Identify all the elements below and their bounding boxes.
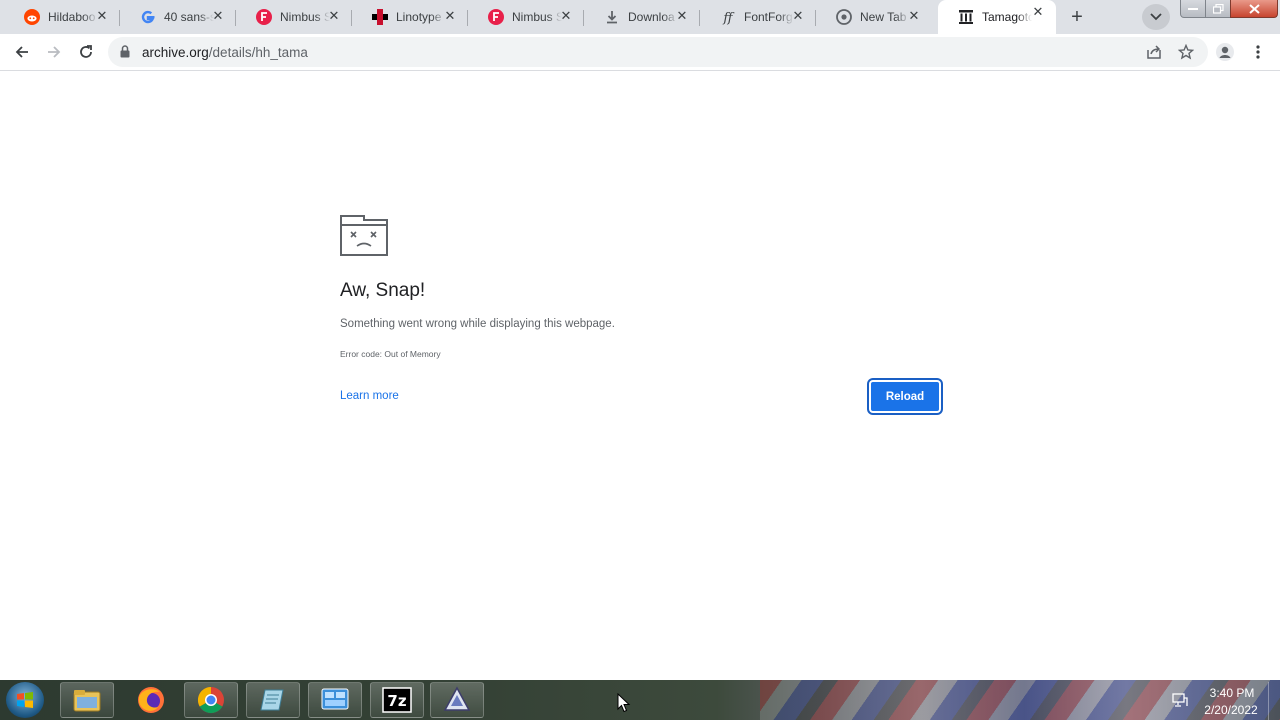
- tab-title: Hildaboo: [48, 10, 96, 24]
- fontforge-icon: ff: [720, 9, 736, 25]
- tab-title: Downloa: [628, 10, 675, 24]
- new-tab-button[interactable]: +: [1063, 4, 1091, 30]
- svg-text:7z: 7z: [387, 692, 406, 710]
- refresh-icon: [80, 45, 92, 58]
- inkscape-icon: [443, 686, 471, 711]
- taskbar-firefox[interactable]: [124, 682, 178, 718]
- fontshop-icon: [256, 9, 272, 25]
- tab-close-icon[interactable]: ✕: [326, 9, 342, 25]
- archive-icon: [958, 9, 974, 25]
- tab-title: 40 sans-s: [164, 10, 214, 24]
- tab-close-icon[interactable]: ✕: [906, 9, 922, 25]
- chrome-icon: [197, 686, 224, 714]
- fontshop-icon: [488, 9, 504, 25]
- bookmark-button[interactable]: [1172, 38, 1200, 66]
- reload-page-button[interactable]: [72, 38, 100, 66]
- menu-button[interactable]: [1244, 38, 1272, 66]
- explorer-icon: [73, 690, 101, 712]
- tab-close-icon[interactable]: ✕: [94, 9, 110, 25]
- lock-icon[interactable]: [120, 45, 130, 58]
- 7zip-icon: 7z: [382, 687, 412, 713]
- tab-title: New Tab: [860, 10, 907, 24]
- notepad-icon: [260, 689, 284, 711]
- close-icon: [1248, 3, 1260, 14]
- error-code: Error code: Out of Memory: [340, 349, 441, 359]
- google-icon: [140, 9, 156, 25]
- tab-close-icon[interactable]: ✕: [674, 9, 690, 25]
- start-button[interactable]: [6, 682, 44, 718]
- browser-tab[interactable]: Tamagotc ✕: [938, 0, 1056, 34]
- tab-close-icon[interactable]: ✕: [558, 9, 574, 25]
- browser-tab[interactable]: Nimbus S ✕: [236, 4, 352, 30]
- tab-close-icon[interactable]: ✕: [442, 9, 458, 25]
- browser-tab[interactable]: Linotype ✕: [352, 4, 468, 30]
- tab-title: Nimbus S: [280, 10, 330, 24]
- taskbar-explorer[interactable]: [60, 682, 114, 718]
- address-bar[interactable]: archive.org/details/hh_tama: [108, 37, 1208, 67]
- clock-time[interactable]: 3:40 PM: [1200, 686, 1264, 700]
- reddit-icon: [24, 9, 40, 25]
- error-heading: Aw, Snap!: [340, 280, 426, 301]
- url-host: archive.org: [142, 45, 209, 60]
- mouse-cursor-icon: [617, 693, 631, 713]
- error-message: Something went wrong while displaying th…: [340, 318, 615, 330]
- share-button[interactable]: [1140, 38, 1168, 66]
- page-content: Aw, Snap! Something went wrong while dis…: [0, 72, 1280, 680]
- reload-button[interactable]: Reload: [869, 380, 941, 413]
- tab-close-icon[interactable]: ✕: [210, 9, 226, 25]
- sad-tab-icon: [340, 215, 388, 256]
- windows-taskbar: 7z: [0, 680, 1280, 720]
- firefox-icon: [138, 687, 164, 713]
- browser-tab[interactable]: Downloa ✕: [584, 4, 700, 30]
- taskbar-notepad[interactable]: [246, 682, 300, 718]
- download-icon: [604, 9, 620, 25]
- browser-tab[interactable]: ff FontForg ✕: [700, 4, 816, 30]
- tab-title: Nimbus S: [512, 10, 562, 24]
- tab-title: Tamagotc: [982, 10, 1032, 24]
- restore-icon: [1212, 3, 1224, 14]
- browser-tab[interactable]: 40 sans-s ✕: [120, 4, 236, 30]
- chrome-icon: [836, 9, 852, 25]
- minimize-icon: [1188, 7, 1198, 10]
- restore-button[interactable]: [1205, 0, 1231, 18]
- learn-more-link[interactable]: Learn more: [340, 390, 399, 402]
- tab-title: Linotype: [396, 10, 442, 24]
- tab-title: FontForg: [744, 10, 793, 24]
- arrow-right-icon: [48, 46, 61, 58]
- browser-tab[interactable]: New Tab ✕: [816, 4, 932, 30]
- show-desktop-button[interactable]: [1268, 682, 1280, 720]
- chevron-down-icon: [1150, 13, 1162, 21]
- browser-toolbar: archive.org/details/hh_tama: [0, 34, 1280, 71]
- tab-search-button[interactable]: [1142, 4, 1170, 30]
- linotype-icon: [372, 9, 388, 25]
- taskbar-chrome[interactable]: [184, 682, 238, 718]
- star-icon: [1178, 44, 1194, 60]
- back-button[interactable]: [8, 38, 36, 66]
- taskbar-control-panel[interactable]: [308, 682, 362, 718]
- network-icon[interactable]: [1172, 692, 1188, 708]
- taskbar-7zip[interactable]: 7z: [370, 682, 424, 718]
- url-text: archive.org/details/hh_tama: [142, 45, 308, 60]
- tab-close-icon[interactable]: ✕: [1030, 5, 1046, 21]
- tab-strip: Hildaboo ✕ 40 sans-s ✕ Nimbus S ✕ Linotype ✕ Nim…: [0, 0, 1280, 34]
- browser-tab[interactable]: Nimbus S ✕: [468, 4, 584, 30]
- clock-date[interactable]: 2/20/2022: [1196, 703, 1266, 717]
- window-close-button[interactable]: [1230, 0, 1278, 18]
- svg-text:ff: ff: [722, 11, 735, 25]
- minimize-button[interactable]: [1180, 0, 1206, 18]
- share-icon: [1147, 45, 1161, 59]
- profile-button[interactable]: [1211, 38, 1239, 66]
- windows-logo-icon: [17, 692, 33, 708]
- browser-tab[interactable]: Hildaboo ✕: [4, 4, 120, 30]
- avatar-icon: [1216, 43, 1234, 61]
- control-panel-icon: [321, 688, 349, 710]
- url-path: /details/hh_tama: [208, 45, 308, 60]
- tab-close-icon[interactable]: ✕: [790, 9, 806, 25]
- forward-button[interactable]: [40, 38, 68, 66]
- taskbar-inkscape[interactable]: [430, 682, 484, 718]
- kebab-menu-icon: [1256, 45, 1260, 59]
- arrow-left-icon: [15, 46, 28, 58]
